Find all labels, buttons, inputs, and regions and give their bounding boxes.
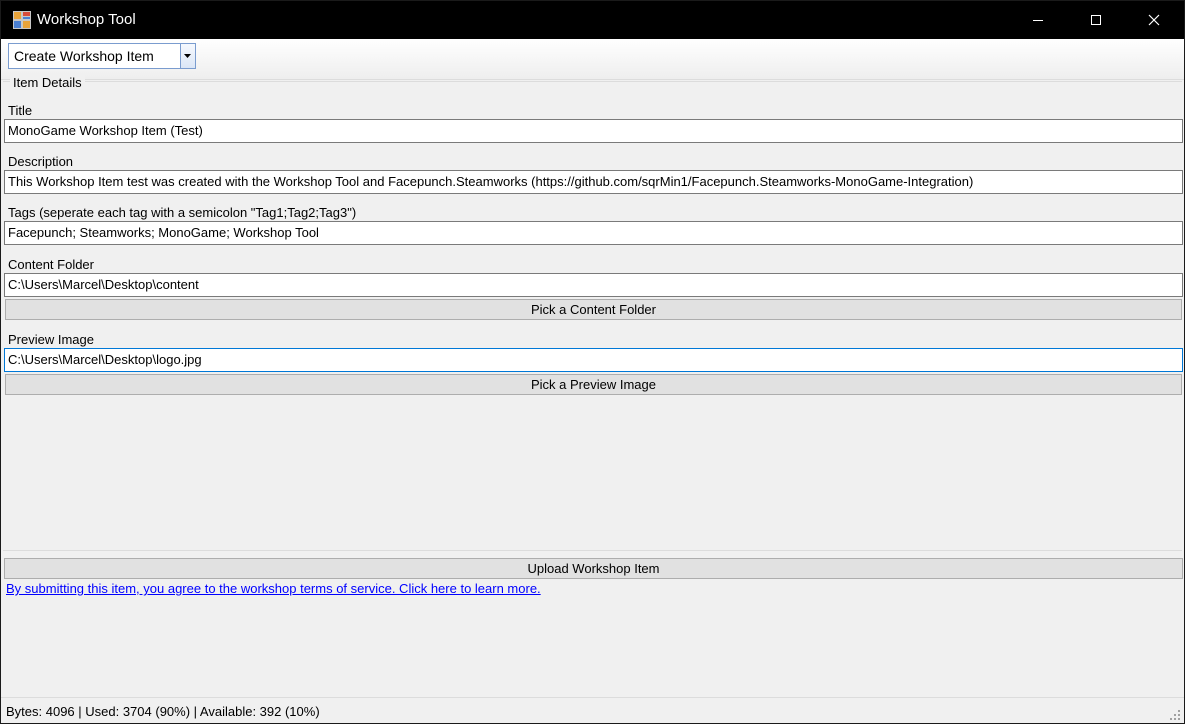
title-bar[interactable]: Workshop Tool	[1, 1, 1184, 39]
group-box-label: Item Details	[10, 75, 85, 90]
group-box-border	[3, 81, 1182, 82]
app-icon	[13, 11, 31, 29]
description-input[interactable]: This Workshop Item test was created with…	[4, 170, 1183, 194]
pick-content-folder-button[interactable]: Pick a Content Folder	[5, 299, 1182, 320]
terms-of-service-link[interactable]: By submitting this item, you agree to th…	[6, 581, 541, 596]
status-text: Bytes: 4096 | Used: 3704 (90%) | Availab…	[6, 704, 320, 719]
preview-image-input[interactable]: C:\Users\Marcel\Desktop\logo.jpg	[4, 348, 1183, 372]
maximize-button[interactable]	[1067, 1, 1125, 39]
mode-combobox-dropdown[interactable]	[180, 44, 195, 68]
maximize-icon	[1091, 15, 1101, 25]
preview-image-label: Preview Image	[8, 332, 94, 347]
mode-combobox[interactable]: Create Workshop Item	[8, 43, 196, 69]
resize-grip-icon[interactable]	[1169, 709, 1181, 721]
pick-preview-image-button[interactable]: Pick a Preview Image	[5, 374, 1182, 395]
content-folder-input[interactable]: C:\Users\Marcel\Desktop\content	[4, 273, 1183, 297]
upload-workshop-item-button[interactable]: Upload Workshop Item	[4, 558, 1183, 579]
tags-label: Tags (seperate each tag with a semicolon…	[8, 205, 357, 220]
tags-input[interactable]: Facepunch; Steamworks; MonoGame; Worksho…	[4, 221, 1183, 245]
minimize-icon	[1033, 20, 1043, 21]
upload-separator	[3, 550, 1182, 551]
mode-combobox-value: Create Workshop Item	[14, 48, 154, 64]
close-icon	[1148, 14, 1160, 26]
content-folder-label: Content Folder	[8, 257, 94, 272]
description-label: Description	[8, 154, 74, 169]
title-input[interactable]: MonoGame Workshop Item (Test)	[4, 119, 1183, 143]
close-button[interactable]	[1125, 1, 1183, 39]
title-label: Title	[8, 103, 33, 118]
window-title: Workshop Tool	[37, 11, 136, 28]
minimize-button[interactable]	[1009, 1, 1067, 39]
app-window: Workshop Tool Create Workshop Item Item …	[0, 0, 1185, 724]
chevron-down-icon	[184, 54, 191, 58]
status-bar: Bytes: 4096 | Used: 3704 (90%) | Availab…	[1, 697, 1184, 723]
toolstrip: Create Workshop Item	[1, 39, 1184, 80]
